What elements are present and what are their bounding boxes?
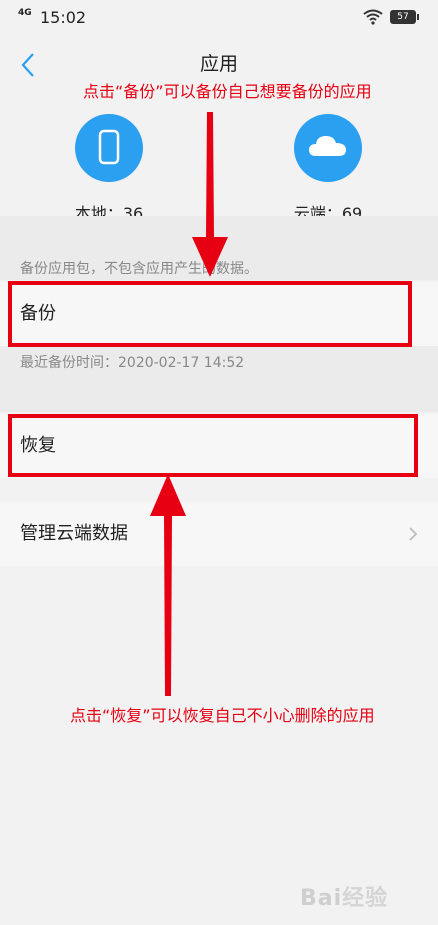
status-bar: 4G 15:02 57	[0, 0, 438, 36]
local-stat[interactable]: 本地：36	[49, 114, 169, 224]
manage-cloud-row[interactable]: 管理云端数据	[0, 502, 438, 566]
battery-icon: 57	[390, 10, 419, 24]
annotation-bottom: 点击“恢复”可以恢复自己不小心删除的应用	[70, 706, 375, 725]
restore-highlight-box	[8, 414, 418, 477]
cloud-stat[interactable]: 云端：69	[268, 114, 388, 224]
chevron-right-icon	[409, 527, 418, 541]
arrow-up-icon	[150, 474, 186, 696]
page-title: 应用	[199, 53, 238, 75]
phone-icon	[75, 114, 143, 182]
cloud-icon	[294, 114, 362, 182]
watermark-logo: Bai经验	[300, 886, 389, 911]
last-backup-time: 最近备份时间：2020-02-17 14:52	[20, 355, 245, 371]
status-time: 15:02	[40, 8, 87, 27]
annotation-top: 点击“备份”可以备份自己想要备份的应用	[83, 82, 372, 101]
network-type: 4G	[18, 8, 32, 18]
arrow-down-icon	[192, 112, 228, 277]
wifi-icon	[363, 9, 383, 25]
manage-cloud-label: 管理云端数据	[20, 523, 128, 544]
last-backup-band: 最近备份时间：2020-02-17 14:52	[0, 346, 438, 412]
backup-highlight-box	[8, 281, 412, 347]
